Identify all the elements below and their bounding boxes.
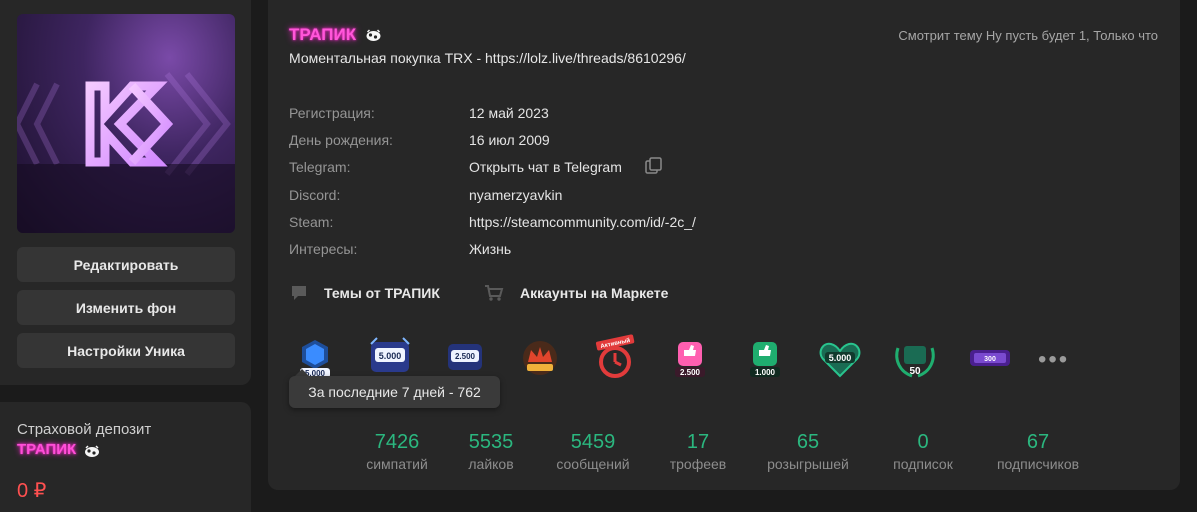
stat-subscribers[interactable]: 67 подписчиков	[988, 431, 1088, 472]
stat-label: сообщений	[556, 456, 630, 472]
avatar-logo-icon	[17, 72, 235, 233]
threads-link[interactable]: Темы от ТРАПИК	[290, 284, 440, 302]
telegram-link[interactable]: Открыть чат в Telegram	[469, 159, 622, 175]
trophy-label: 1.000	[755, 368, 776, 377]
info-value-interests: Жизнь	[469, 241, 512, 257]
stat-label: симпатий	[366, 456, 428, 472]
trophy-label: 5.000	[829, 353, 852, 363]
trophy-giveaways-50-icon[interactable]: 50	[890, 334, 940, 384]
info-value-registration: 12 май 2023	[469, 105, 549, 121]
cart-icon	[485, 285, 504, 301]
avatar[interactable]	[17, 14, 235, 233]
likes-tooltip: За последние 7 дней - 762	[289, 376, 500, 408]
stat-label: лайков	[468, 456, 514, 472]
deposit-nickname[interactable]: ТРАПИК	[17, 441, 76, 458]
info-label-interests: Интересы:	[289, 241, 358, 257]
info-label-registration: Регистрация:	[289, 105, 375, 121]
copy-icon[interactable]	[645, 157, 662, 174]
trophy-likes-1000-icon[interactable]: 1.000	[740, 334, 790, 384]
stat-label: розыгрышей	[767, 456, 849, 472]
profile-main-card: ТРАПИК Моментальная покупка TRX - https:…	[268, 0, 1180, 490]
info-value-birthday: 16 июл 2009	[469, 132, 550, 148]
info-value-discord: nyamerzyavkin	[469, 187, 563, 203]
profile-sidebar: Редактировать Изменить фон Настройки Уни…	[0, 0, 251, 385]
deposit-title: Страховой депозит	[17, 421, 152, 438]
stat-value: 7426	[374, 431, 420, 453]
trophy-label: 2.500	[455, 352, 476, 361]
deposit-amount: 0 ₽	[17, 480, 47, 502]
trophy-likes-2500-icon[interactable]: 2.500	[665, 334, 715, 384]
cow-emoji-icon	[366, 29, 381, 41]
cow-emoji-icon	[85, 445, 99, 457]
profile-nickname[interactable]: ТРАПИК	[289, 25, 356, 45]
change-background-button[interactable]: Изменить фон	[17, 290, 235, 325]
market-link-label: Аккаунты на Маркете	[520, 285, 669, 301]
stat-value: 17	[686, 431, 710, 453]
trophy-label: 50	[909, 366, 921, 377]
trophy-crown-icon[interactable]	[515, 334, 565, 384]
stat-value: 67	[1026, 431, 1050, 453]
profile-status: Моментальная покупка TRX - https://lolz.…	[289, 50, 686, 66]
tooltip-arrow	[295, 369, 309, 376]
deposit-card: Страховой депозит ТРАПИК 0 ₽	[0, 402, 251, 512]
stat-value: 65	[796, 431, 820, 453]
trophy-active-icon[interactable]: Активный	[590, 334, 640, 384]
info-label-birthday: День рождения:	[289, 132, 393, 148]
stat-sympathies[interactable]: 7426 симпатий	[362, 431, 432, 472]
stat-messages[interactable]: 5459 сообщений	[548, 431, 638, 472]
stat-label: подписок	[893, 456, 953, 472]
steam-link[interactable]: https://steamcommunity.com/id/-2c_/	[469, 214, 696, 230]
trophy-label: 5.000	[379, 351, 402, 361]
stat-giveaways[interactable]: 65 розыгрышей	[758, 431, 858, 472]
current-activity[interactable]: Смотрит тему Ну пусть будет 1, Только чт…	[898, 28, 1158, 43]
trophy-heart-5000-icon[interactable]: 5.000	[815, 334, 865, 384]
edit-profile-button[interactable]: Редактировать	[17, 247, 235, 282]
info-label-telegram: Telegram:	[289, 159, 351, 175]
stat-value: 0	[917, 431, 929, 453]
stat-value: 5535	[468, 431, 514, 453]
trophy-market-300-icon[interactable]: 300	[965, 334, 1015, 384]
stat-likes[interactable]: 5535 лайков	[456, 431, 526, 472]
stat-label: подписчиков	[996, 456, 1080, 472]
threads-link-label: Темы от ТРАПИК	[324, 285, 440, 301]
chat-bubble-icon	[292, 286, 306, 300]
stat-label: трофеев	[669, 456, 727, 472]
info-label-steam: Steam:	[289, 214, 334, 230]
stat-value: 5459	[570, 431, 616, 453]
info-label-discord: Discord:	[289, 187, 341, 203]
stat-trophies[interactable]: 17 трофеев	[663, 431, 733, 472]
more-trophies-button[interactable]: •••	[1038, 346, 1069, 374]
unique-settings-button[interactable]: Настройки Уника	[17, 333, 235, 368]
trophy-label: 300	[984, 356, 996, 363]
trophy-label: 2.500	[680, 368, 701, 377]
market-link[interactable]: Аккаунты на Маркете	[484, 284, 668, 302]
stat-subscriptions[interactable]: 0 подписок	[883, 431, 963, 472]
